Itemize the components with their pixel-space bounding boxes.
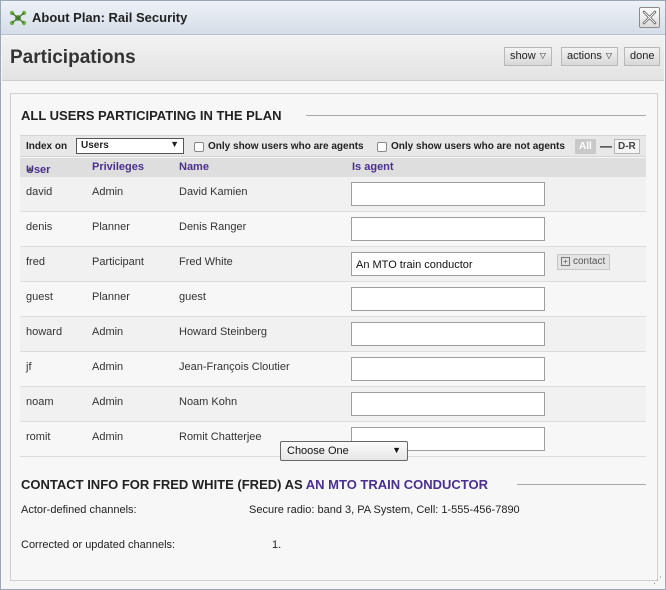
user-cell: fred: [26, 256, 45, 268]
name-cell: Noam Kohn: [179, 396, 238, 408]
dialog-title: About Plan: Rail Security: [32, 10, 188, 25]
index-on-label: Index on: [26, 141, 68, 152]
name-cell: guest: [179, 291, 206, 303]
table-row: fred Participant Fred White An MTO train…: [20, 247, 646, 282]
is-agent-input[interactable]: [351, 357, 545, 381]
actor-channels-label: Actor-defined channels:: [21, 504, 137, 516]
privileges-cell: Admin: [92, 431, 124, 443]
privileges-cell: Admin: [92, 326, 124, 338]
only-agents-checkbox[interactable]: [194, 142, 204, 152]
name-cell: Denis Ranger: [179, 221, 247, 233]
is-agent-input[interactable]: [351, 217, 545, 241]
index-filter-bar: Index on Users ▼ Only show users who are…: [20, 135, 646, 157]
section-divider: [306, 115, 646, 116]
show-button-label: show: [510, 50, 536, 62]
plus-box-icon: +: [561, 257, 570, 266]
only-agents-label[interactable]: Only show users who are agents: [208, 141, 364, 152]
user-cell: david: [26, 186, 53, 198]
actions-button-label: actions: [567, 50, 602, 62]
channel-type-select[interactable]: Choose One ▼: [280, 441, 408, 461]
user-cell: howard: [26, 326, 63, 338]
privileges-cell: Planner: [92, 221, 130, 233]
is-agent-input[interactable]: [351, 182, 545, 206]
actor-channels-value: Secure radio: band 3, PA System, Cell: 1…: [249, 504, 520, 516]
chevron-down-icon: ▽: [605, 51, 613, 60]
is-agent-input[interactable]: [351, 392, 545, 416]
privileges-cell: Admin: [92, 186, 124, 198]
done-button-label: done: [630, 50, 655, 62]
done-button[interactable]: done: [624, 47, 661, 66]
table-row: noam Admin Noam Kohn: [20, 387, 646, 422]
dropdown-arrow-icon: ▼: [392, 445, 401, 455]
name-cell: Romit Chatterjee: [179, 431, 262, 443]
name-cell: Fred White: [179, 256, 233, 268]
dialog-titlebar[interactable]: About Plan: Rail Security: [1, 1, 665, 35]
sort-ascending-icon: ▲: [26, 164, 34, 173]
channel-item-number: 1.: [272, 539, 282, 551]
close-x-icon: [642, 10, 657, 25]
contact-button[interactable]: + contact: [557, 254, 611, 270]
table-row: howard Admin Howard Steinberg: [20, 317, 646, 352]
index-all-button[interactable]: All: [575, 139, 596, 154]
close-button[interactable]: [639, 7, 660, 28]
name-cell: David Kamien: [179, 186, 248, 198]
dropdown-arrow-icon: ▼: [170, 139, 179, 149]
name-cell: Jean-François Cloutier: [179, 361, 290, 373]
is-agent-input[interactable]: [351, 287, 545, 311]
resize-grip-icon[interactable]: ⋰: [653, 575, 662, 586]
contact-info-heading: CONTACT INFO FOR FRED WHITE (FRED) AS AN…: [21, 477, 488, 492]
index-separator: —: [600, 139, 612, 153]
column-header-is-agent[interactable]: Is agent: [352, 161, 394, 173]
participations-header: Participations show ▽ actions ▽ done: [2, 36, 664, 81]
only-non-agents-checkbox[interactable]: [377, 142, 387, 152]
only-non-agents-label[interactable]: Only show users who are not agents: [391, 141, 565, 152]
table-row: jf Admin Jean-François Cloutier: [20, 352, 646, 387]
about-plan-dialog: About Plan: Rail Security Participations…: [0, 0, 666, 590]
participants-table-header: User ▲ Privileges Name Is agent: [20, 158, 646, 177]
participants-heading: ALL USERS PARTICIPATING IN THE PLAN: [21, 108, 282, 123]
index-select-value: Users: [81, 140, 109, 151]
name-cell: Howard Steinberg: [179, 326, 268, 338]
user-cell: romit: [26, 431, 51, 443]
is-agent-input[interactable]: [351, 322, 545, 346]
user-cell: guest: [26, 291, 53, 303]
table-row: david Admin David Kamien: [20, 177, 646, 212]
contact-button-label: contact: [573, 256, 606, 267]
show-menu-button[interactable]: show ▽: [504, 47, 552, 66]
actions-menu-button[interactable]: actions ▽: [561, 47, 619, 66]
contact-heading-agent: AN MTO TRAIN CONDUCTOR: [305, 477, 489, 492]
corrected-channels-label: Corrected or updated channels:: [21, 539, 176, 551]
privileges-cell: Admin: [92, 361, 124, 373]
network-gear-icon: [9, 10, 27, 26]
channel-type-select-value: Choose One: [287, 445, 349, 457]
section-divider: [517, 484, 646, 485]
index-select[interactable]: Users ▼: [76, 138, 184, 154]
page-title: Participations: [10, 47, 136, 68]
column-header-name[interactable]: Name: [179, 161, 209, 173]
privileges-cell: Participant: [92, 256, 144, 268]
column-header-privileges[interactable]: Privileges: [92, 161, 144, 173]
contact-heading-prefix: CONTACT INFO FOR FRED WHITE (FRED) AS: [21, 477, 303, 492]
participations-panel: ALL USERS PARTICIPATING IN THE PLAN Inde…: [10, 93, 658, 581]
user-cell: denis: [26, 221, 53, 233]
index-range-button[interactable]: D-R: [614, 139, 640, 154]
user-cell: jf: [26, 361, 32, 373]
chevron-down-icon: ▽: [539, 51, 546, 60]
is-agent-input[interactable]: An MTO train conductor: [351, 252, 545, 276]
privileges-cell: Admin: [92, 396, 124, 408]
user-cell: noam: [26, 396, 54, 408]
table-row: guest Planner guest: [20, 282, 646, 317]
privileges-cell: Planner: [92, 291, 130, 303]
table-row: denis Planner Denis Ranger: [20, 212, 646, 247]
